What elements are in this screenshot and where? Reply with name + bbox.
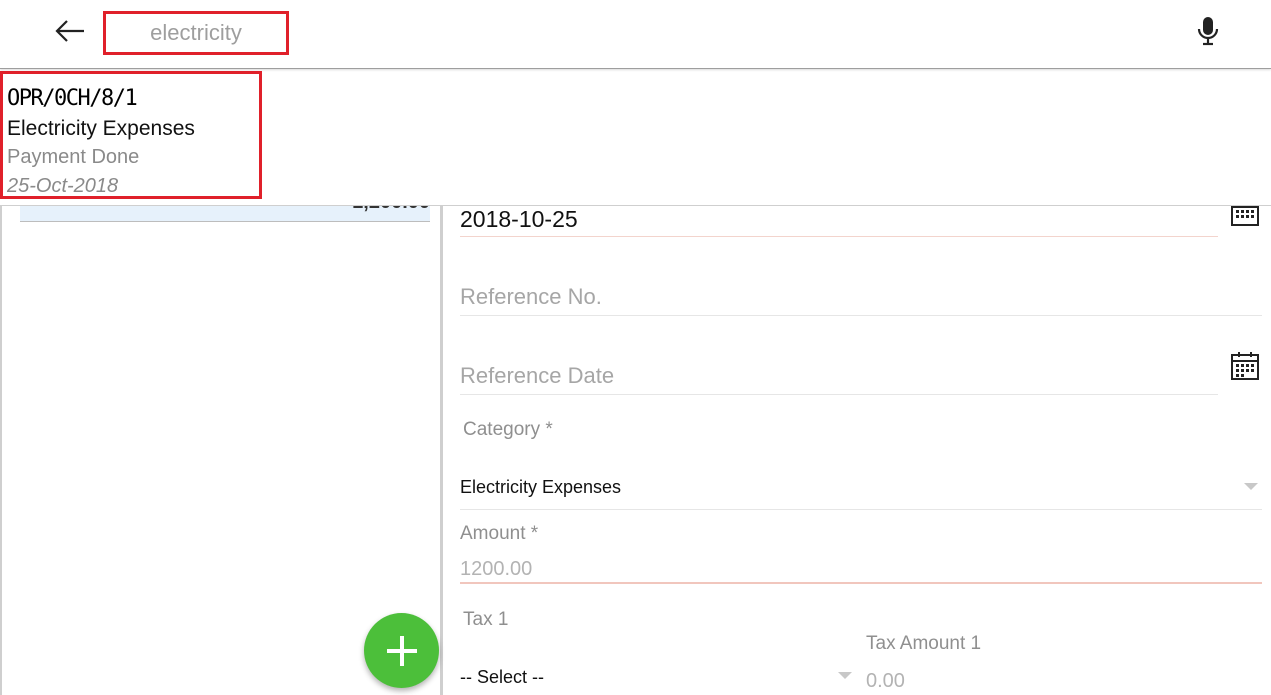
- suggestion-title: Electricity Expenses: [7, 117, 195, 140]
- reference-no-underline: [460, 315, 1262, 316]
- date-field[interactable]: 2018-10-25: [460, 206, 578, 233]
- search-suggestions: OPR/0CH/8/1 Electricity Expenses Payment…: [0, 69, 1271, 206]
- tax-amount1-field[interactable]: 0.00: [866, 670, 905, 693]
- suggestion-date: 25-Oct-2018: [7, 175, 119, 197]
- expense-list-panel: 1,200.00: [0, 205, 443, 695]
- back-button[interactable]: [50, 14, 90, 48]
- list-item-selected[interactable]: 1,200.00: [20, 205, 430, 222]
- date-field-underline: [460, 236, 1218, 237]
- plus-icon: [386, 635, 417, 666]
- search-toolbar: [0, 0, 1271, 69]
- chevron-down-icon[interactable]: [1244, 483, 1258, 491]
- voice-search-button[interactable]: [1194, 14, 1222, 48]
- expense-form: 2018-10-25 Reference No. Reference Date …: [446, 200, 1271, 695]
- add-expense-button[interactable]: [364, 613, 439, 688]
- calendar-icon[interactable]: [1230, 351, 1260, 381]
- arrow-left-icon: [55, 20, 84, 42]
- tax-amount1-label: Tax Amount 1: [866, 633, 982, 654]
- tax1-select[interactable]: -- Select --: [460, 667, 544, 688]
- list-item-amount: 1,200.00: [352, 205, 430, 214]
- category-underline: [460, 509, 1262, 510]
- microphone-icon: [1197, 17, 1219, 46]
- amount-field[interactable]: 1200.00: [460, 558, 532, 581]
- reference-date-field[interactable]: Reference Date: [460, 363, 614, 389]
- suggestion-code: OPR/0CH/8/1: [7, 86, 138, 111]
- tax1-label: Tax 1: [463, 609, 509, 630]
- search-input[interactable]: [111, 20, 281, 46]
- chevron-down-icon[interactable]: [838, 672, 852, 680]
- reference-no-field[interactable]: Reference No.: [460, 284, 602, 310]
- suggestion-status: Payment Done: [7, 146, 140, 168]
- amount-label: Amount *: [460, 523, 539, 544]
- suggestion-item[interactable]: OPR/0CH/8/1 Electricity Expenses Payment…: [0, 71, 262, 199]
- category-label: Category *: [463, 419, 553, 440]
- amount-underline: [460, 582, 1262, 584]
- category-select[interactable]: Electricity Expenses: [460, 477, 621, 498]
- reference-date-underline: [460, 394, 1218, 395]
- search-field-highlighted[interactable]: [103, 11, 289, 55]
